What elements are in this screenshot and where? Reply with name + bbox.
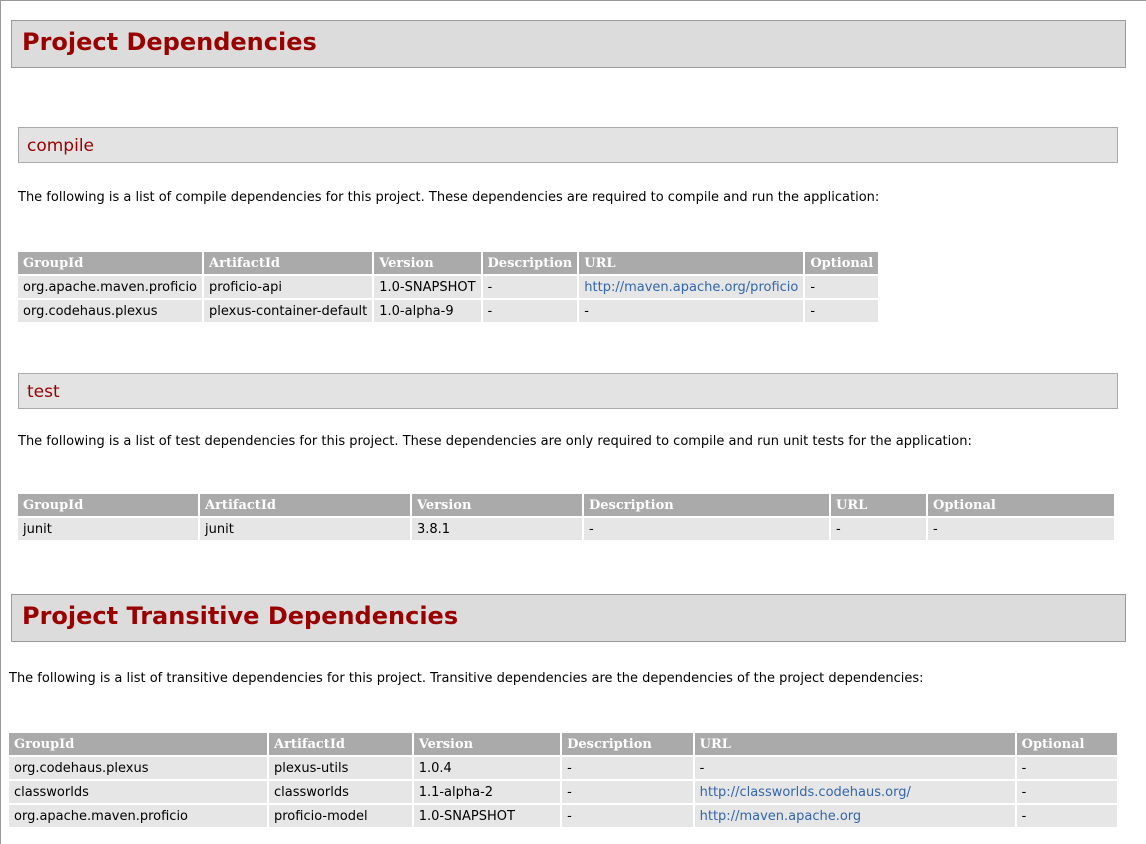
transitive-dependencies-heading: Project Transitive Dependencies <box>11 594 1126 642</box>
cell-optional: - <box>805 300 879 322</box>
cell-artifactid: classworlds <box>269 781 412 803</box>
cell-description: - <box>482 276 578 298</box>
cell-version: 1.1-alpha-2 <box>413 781 561 803</box>
col-version: Version <box>413 733 561 755</box>
cell-description: - <box>562 781 693 803</box>
cell-description: - <box>562 805 693 827</box>
col-optional: Optional <box>1016 733 1117 755</box>
cell-artifactid: plexus-utils <box>269 757 412 779</box>
cell-optional: - <box>1016 757 1117 779</box>
col-artifactid: ArtifactId <box>200 494 410 516</box>
cell-groupid: org.apache.maven.proficio <box>9 805 267 827</box>
cell-groupid: org.codehaus.plexus <box>18 300 203 322</box>
cell-description: - <box>562 757 693 779</box>
transitive-dependencies-table: GroupId ArtifactId Version Description U… <box>7 731 1119 829</box>
cell-version: 1.0-SNAPSHOT <box>413 805 561 827</box>
table-header-row: GroupId ArtifactId Version Description U… <box>9 733 1117 755</box>
url-link[interactable]: http://maven.apache.org <box>700 809 862 824</box>
cell-groupid: classworlds <box>9 781 267 803</box>
cell-url: - <box>694 757 1015 779</box>
col-version: Version <box>374 252 481 274</box>
col-groupid: GroupId <box>18 252 203 274</box>
cell-optional: - <box>805 276 879 298</box>
col-groupid: GroupId <box>9 733 267 755</box>
col-description: Description <box>562 733 693 755</box>
url-link[interactable]: http://classworlds.codehaus.org/ <box>700 785 911 800</box>
col-description: Description <box>482 252 578 274</box>
col-artifactid: ArtifactId <box>269 733 412 755</box>
cell-groupid: org.apache.maven.proficio <box>18 276 203 298</box>
table-header-row: GroupId ArtifactId Version Description U… <box>18 494 1114 516</box>
col-optional: Optional <box>928 494 1114 516</box>
cell-artifactid: proficio-api <box>204 276 373 298</box>
cell-url: - <box>831 518 926 540</box>
project-dependencies-title: Project Dependencies <box>22 28 317 56</box>
cell-version: 1.0-SNAPSHOT <box>374 276 481 298</box>
table-row: org.apache.maven.proficio proficio-api 1… <box>18 276 879 298</box>
test-section-heading: test <box>18 373 1118 409</box>
table-header-row: GroupId ArtifactId Version Description U… <box>18 252 879 274</box>
cell-url: http://maven.apache.org/proficio <box>579 276 804 298</box>
project-dependencies-heading: Project Dependencies <box>11 20 1126 68</box>
cell-version: 1.0.4 <box>413 757 561 779</box>
cell-optional: - <box>928 518 1114 540</box>
cell-artifactid: proficio-model <box>269 805 412 827</box>
cell-url: http://classworlds.codehaus.org/ <box>694 781 1015 803</box>
cell-groupid: org.codehaus.plexus <box>9 757 267 779</box>
compile-dependencies-table: GroupId ArtifactId Version Description U… <box>16 250 880 324</box>
compile-section-heading: compile <box>18 127 1118 163</box>
col-url: URL <box>831 494 926 516</box>
cell-description: - <box>482 300 578 322</box>
table-row: org.codehaus.plexus plexus-container-def… <box>18 300 879 322</box>
url-link[interactable]: http://maven.apache.org/proficio <box>584 280 798 295</box>
cell-artifactid: junit <box>200 518 410 540</box>
compile-section-title: compile <box>27 136 95 156</box>
test-dependencies-table: GroupId ArtifactId Version Description U… <box>16 492 1116 542</box>
col-artifactid: ArtifactId <box>204 252 373 274</box>
col-groupid: GroupId <box>18 494 198 516</box>
table-row: junit junit 3.8.1 - - - <box>18 518 1114 540</box>
cell-optional: - <box>1016 781 1117 803</box>
transitive-description: The following is a list of transitive de… <box>9 671 924 686</box>
table-row: org.apache.maven.proficio proficio-model… <box>9 805 1117 827</box>
col-description: Description <box>584 494 829 516</box>
cell-version: 1.0-alpha-9 <box>374 300 481 322</box>
cell-groupid: junit <box>18 518 198 540</box>
cell-artifactid: plexus-container-default <box>204 300 373 322</box>
transitive-dependencies-title: Project Transitive Dependencies <box>22 602 459 630</box>
test-description: The following is a list of test dependen… <box>18 434 972 449</box>
table-row: org.codehaus.plexus plexus-utils 1.0.4 -… <box>9 757 1117 779</box>
col-optional: Optional <box>805 252 879 274</box>
col-url: URL <box>579 252 804 274</box>
test-section-title: test <box>27 382 60 402</box>
compile-description: The following is a list of compile depen… <box>18 190 880 205</box>
col-version: Version <box>412 494 582 516</box>
cell-optional: - <box>1016 805 1117 827</box>
col-url: URL <box>694 733 1015 755</box>
cell-description: - <box>584 518 829 540</box>
table-row: classworlds classworlds 1.1-alpha-2 - ht… <box>9 781 1117 803</box>
cell-version: 3.8.1 <box>412 518 582 540</box>
cell-url: - <box>579 300 804 322</box>
cell-url: http://maven.apache.org <box>694 805 1015 827</box>
